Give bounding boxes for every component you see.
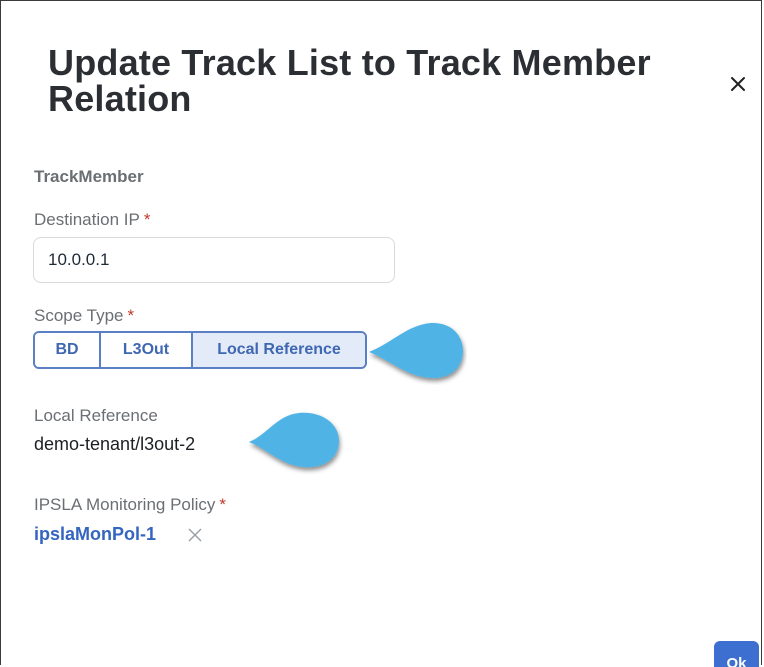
local-reference-value: demo-tenant/l3out-2 — [34, 434, 196, 454]
required-mark: * — [127, 306, 135, 325]
close-icon — [731, 77, 745, 91]
section-title: TrackMember — [34, 167, 144, 186]
required-mark: * — [219, 495, 227, 514]
dialog: Update Track List to Track Member Relati… — [0, 0, 762, 667]
remove-policy-button[interactable] — [185, 525, 205, 545]
callout-marker-icon — [369, 322, 463, 379]
ipsla-policy-link[interactable]: ipslaMonPol-1 — [34, 524, 156, 545]
destination-ip-label-text: Destination IP — [34, 210, 140, 229]
scope-option-local-reference[interactable]: Local Reference — [191, 333, 365, 367]
scope-type-label: Scope Type * — [34, 306, 134, 326]
close-button[interactable] — [725, 71, 751, 97]
scope-type-label-text: Scope Type — [34, 306, 124, 325]
ok-button[interactable]: Ok — [714, 641, 759, 667]
scope-option-l3out[interactable]: L3Out — [99, 333, 191, 367]
local-reference-label: Local Reference — [34, 406, 158, 425]
callout-marker-icon — [249, 412, 339, 468]
dialog-title: Update Track List to Track Member Relati… — [48, 42, 651, 119]
ipsla-policy-label: IPSLA Monitoring Policy * — [34, 495, 226, 515]
scope-type-segmented-control: BD L3Out Local Reference — [33, 331, 367, 369]
scope-option-bd[interactable]: BD — [35, 333, 99, 367]
required-mark: * — [143, 210, 151, 229]
ipsla-policy-label-text: IPSLA Monitoring Policy — [34, 495, 216, 514]
close-icon — [188, 528, 202, 542]
destination-ip-label: Destination IP * — [34, 210, 150, 230]
destination-ip-input[interactable] — [33, 237, 395, 283]
